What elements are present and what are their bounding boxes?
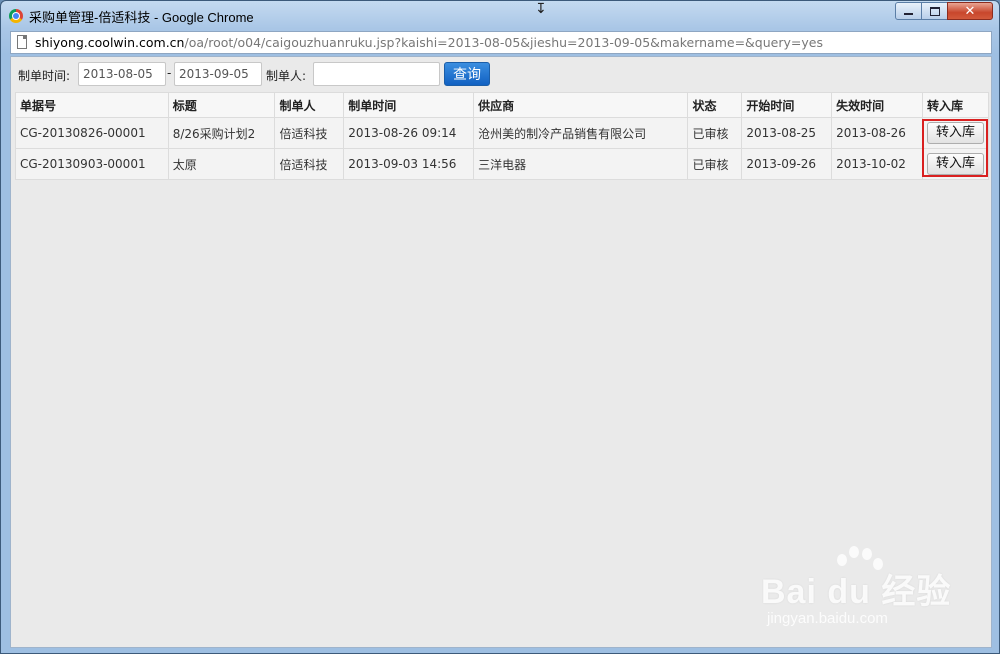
maximize-icon [929,6,940,16]
transfer-to-stock-button[interactable]: 转入库 [927,122,984,144]
search-form: 制单时间: - 制单人: 查询 [11,62,991,86]
cell-id: CG-20130826-00001 [15,117,169,149]
window-controls: ✕ [895,2,993,20]
maker-input[interactable] [313,62,440,86]
page-icon [17,35,27,49]
table-row: CG-20130826-00001 8/26采购计划2 倍适科技 2013-08… [15,117,989,149]
col-header-title: 标题 [167,92,276,118]
cell-supplier: 沧州美的制冷产品销售有限公司 [473,117,689,149]
cell-maker: 倍适科技 [274,117,345,149]
minimize-button[interactable] [895,2,922,20]
watermark-logo-text: Bai du 经验 [761,573,952,611]
date-separator: - [167,66,172,80]
cell-status: 已审核 [687,117,743,149]
table-header-row: 单据号 标题 制单人 制单时间 供应商 状态 开始时间 失效时间 转入库 [15,92,989,118]
cell-made-time: 2013-08-26 09:14 [343,117,475,149]
url-host: shiyong.coolwin.com.cn [35,35,185,50]
minimize-icon [904,13,913,15]
close-button[interactable]: ✕ [947,2,993,20]
url-text: shiyong.coolwin.com.cn/oa/root/o04/caigo… [35,35,823,50]
browser-window: 采购单管理-倍适科技 - Google Chrome ↧ ✕ shiyong.c… [0,0,1000,654]
cell-id: CG-20130903-00001 [15,148,169,180]
title-bar[interactable]: 采购单管理-倍适科技 - Google Chrome ↧ ✕ [1,1,999,29]
close-icon: ✕ [964,3,976,19]
purchase-order-table: 单据号 标题 制单人 制单时间 供应商 状态 开始时间 失效时间 转入库 CG-… [15,92,989,180]
cursor-arrow-icon: ↧ [535,1,547,17]
col-header-maker: 制单人 [274,92,345,118]
cell-start: 2013-09-26 [741,148,833,180]
cell-expire: 2013-10-02 [831,148,923,180]
end-date-input[interactable] [174,62,262,86]
col-header-status: 状态 [687,92,743,118]
maximize-button[interactable] [921,2,948,20]
col-header-expire: 失效时间 [831,92,923,118]
cell-action: 转入库 [922,117,989,149]
transfer-to-stock-button[interactable]: 转入库 [927,153,984,175]
watermark-url: jingyan.baidu.com [767,610,888,627]
cell-maker: 倍适科技 [274,148,345,180]
cell-expire: 2013-08-26 [831,117,923,149]
col-header-start: 开始时间 [741,92,833,118]
query-button[interactable]: 查询 [444,62,490,86]
cell-made-time: 2013-09-03 14:56 [343,148,475,180]
cell-start: 2013-08-25 [741,117,833,149]
baidu-watermark: Bai du 经验 jingyan.baidu.com [761,546,951,636]
table-row: CG-20130903-00001 太原 倍适科技 2013-09-03 14:… [15,148,989,180]
col-header-supplier: 供应商 [473,92,689,118]
start-date-input[interactable] [78,62,166,86]
date-label: 制单时间: [18,69,71,83]
cell-title: 8/26采购计划2 [167,117,276,149]
col-header-id: 单据号 [15,92,169,118]
url-path: /oa/root/o04/caigouzhuanruku.jsp?kaishi=… [184,35,823,50]
col-header-made-time: 制单时间 [343,92,475,118]
maker-label: 制单人: [266,69,307,83]
col-header-action: 转入库 [922,92,989,118]
cell-supplier: 三洋电器 [473,148,689,180]
cell-action: 转入库 [922,148,989,180]
cell-title: 太原 [167,148,276,180]
cell-status: 已审核 [687,148,743,180]
chrome-icon [9,9,23,23]
window-title: 采购单管理-倍适科技 - Google Chrome [29,10,254,25]
address-bar[interactable]: shiyong.coolwin.com.cn/oa/root/o04/caigo… [10,31,992,54]
